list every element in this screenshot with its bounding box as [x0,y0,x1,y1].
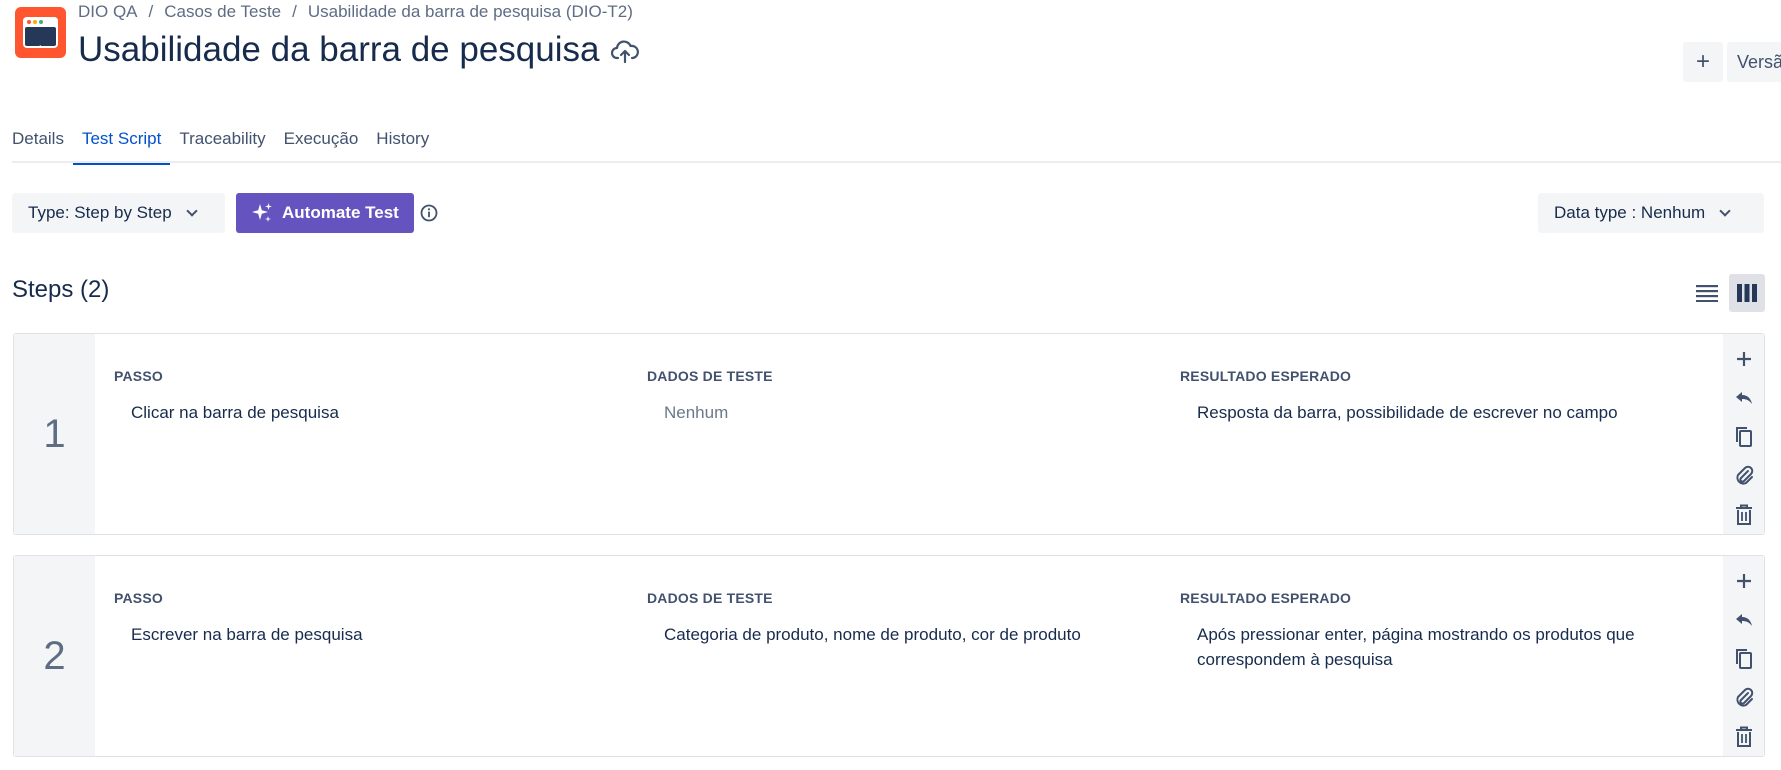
header-actions: + Versã [1683,42,1781,82]
add-icon [1736,574,1751,589]
col-header-resultado: RESULTADO ESPERADO [1180,368,1352,384]
step-card: 1 PASSO Clicar na barra de pesquisa DADO… [13,333,1765,535]
col-header-dados: DADOS DE TESTE [647,590,773,606]
step-passo: PASSO Clicar na barra de pesquisa [114,368,614,425]
step-passo: PASSO Escrever na barra de pesquisa [114,590,614,647]
step-actions [1723,334,1764,534]
chevron-down-icon [185,204,198,217]
breadcrumb-separator: / [292,2,297,21]
call-step-button[interactable] [1729,601,1759,640]
tab-details[interactable]: Details [12,114,73,163]
step-number: 1 [14,334,95,534]
automate-test-label: Automate Test [282,203,399,222]
reply-icon [1735,392,1752,405]
step-number: 2 [14,556,95,756]
step-card: 2 PASSO Escrever na barra de pesquisa DA… [13,555,1765,757]
data-type-label: Data type : Nenhum [1554,203,1706,222]
dados-value[interactable]: Nenhum [664,400,1147,425]
tab-execucao[interactable]: Execução [275,114,368,163]
list-view-button[interactable] [1690,274,1724,312]
col-header-dados: DADOS DE TESTE [647,368,773,384]
cloud-upload-icon[interactable] [611,40,639,64]
passo-value[interactable]: Escrever na barra de pesquisa [131,622,614,647]
reply-icon [1735,614,1752,627]
attach-step-button[interactable] [1729,456,1759,495]
column-view-icon [1737,284,1757,302]
step-actions [1723,556,1764,756]
version-button[interactable]: Versã [1727,42,1781,82]
attachment-icon [1735,687,1753,707]
info-icon[interactable] [419,203,439,223]
resultado-value[interactable]: Resposta da barra, possibilidade de escr… [1197,400,1660,425]
list-view-icon [1696,285,1718,302]
copy-icon [1735,648,1752,669]
automate-test-button[interactable]: Automate Test [236,193,414,233]
type-dropdown-label: Type: Step by Step [28,203,172,222]
add-step-button[interactable] [1729,340,1759,379]
dados-value[interactable]: Categoria de produto, nome de produto, c… [664,622,1147,647]
breadcrumb-separator: / [148,2,154,21]
step-dados: DADOS DE TESTE Categoria de produto, nom… [647,590,1147,647]
data-type-dropdown[interactable]: Data type : Nenhum [1538,193,1764,233]
add-icon [1736,352,1751,367]
page: DIO QA / Casos de Teste / Usabilidade da… [0,0,1781,770]
breadcrumb-test-cases[interactable]: Casos de Teste [164,2,281,22]
col-header-passo: PASSO [114,368,163,384]
step-dados: DADOS DE TESTE Nenhum [647,368,1147,425]
breadcrumb-current[interactable]: Usabilidade da barra de pesquisa (DIO-T2… [308,2,633,22]
call-step-button[interactable] [1729,379,1759,418]
type-dropdown[interactable]: Type: Step by Step [12,193,225,233]
add-button[interactable]: + [1683,42,1723,82]
attach-step-button[interactable] [1729,678,1759,717]
delete-step-button[interactable] [1729,495,1759,534]
passo-value[interactable]: Clicar na barra de pesquisa [131,400,614,425]
tab-history[interactable]: History [367,114,438,163]
step-resultado: RESULTADO ESPERADO Após pressionar enter… [1180,590,1660,672]
delete-step-button[interactable] [1729,717,1759,756]
tab-bar: Details Test Script Traceability Execuçã… [12,114,1781,165]
breadcrumb-project[interactable]: DIO QA [78,2,138,22]
page-title: Usabilidade da barra de pesquisa [78,30,600,69]
clone-step-button[interactable] [1729,418,1759,457]
steps-title: Steps (2) [12,276,110,303]
clone-step-button[interactable] [1729,640,1759,679]
trash-icon [1735,504,1752,525]
copy-icon [1735,426,1752,447]
column-view-button[interactable] [1729,274,1765,312]
trash-icon [1735,726,1752,747]
add-step-button[interactable] [1729,562,1759,601]
resultado-value[interactable]: Após pressionar enter, página mostrando … [1197,622,1660,672]
sparkle-icon [252,203,272,222]
breadcrumb: DIO QA / Casos de Teste / Usabilidade da… [78,2,633,22]
step-resultado: RESULTADO ESPERADO Resposta da barra, po… [1180,368,1660,425]
col-header-resultado: RESULTADO ESPERADO [1180,590,1352,606]
tab-test-script[interactable]: Test Script [72,114,171,165]
chevron-down-icon [1719,204,1731,217]
app-logo[interactable] [15,7,66,58]
tab-traceability[interactable]: Traceability [170,114,274,163]
attachment-icon [1735,465,1753,485]
col-header-passo: PASSO [114,590,163,606]
